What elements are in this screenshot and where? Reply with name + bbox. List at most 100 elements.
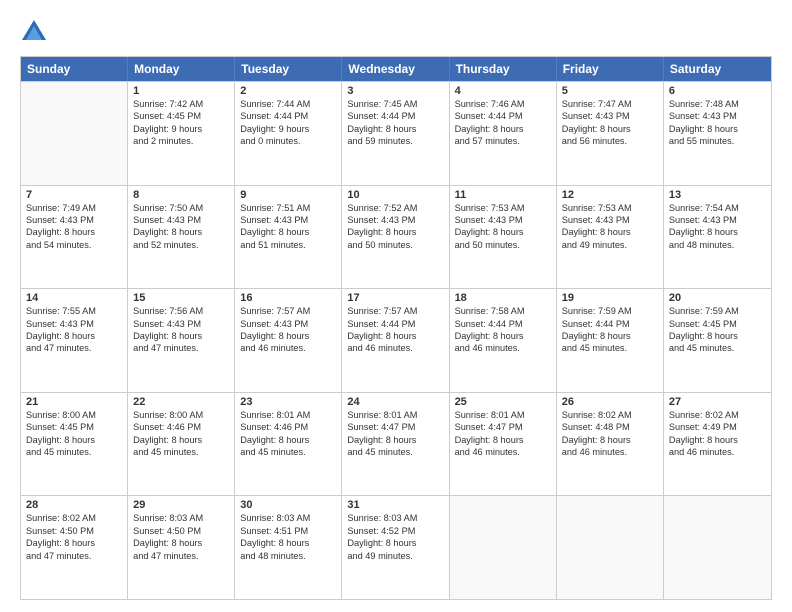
sunrise-text: Sunrise: 7:44 AM [240,98,336,110]
daylight-text2: and 47 minutes. [26,342,122,354]
calendar-cell: 18Sunrise: 7:58 AMSunset: 4:44 PMDayligh… [450,289,557,392]
calendar-cell: 11Sunrise: 7:53 AMSunset: 4:43 PMDayligh… [450,186,557,289]
calendar-cell: 23Sunrise: 8:01 AMSunset: 4:46 PMDayligh… [235,393,342,496]
calendar-cell: 2Sunrise: 7:44 AMSunset: 4:44 PMDaylight… [235,82,342,185]
sunset-text: Sunset: 4:44 PM [347,110,443,122]
day-number: 7 [26,189,122,201]
calendar-cell: 27Sunrise: 8:02 AMSunset: 4:49 PMDayligh… [664,393,771,496]
calendar-header-cell: Wednesday [342,57,449,81]
calendar-cell: 7Sunrise: 7:49 AMSunset: 4:43 PMDaylight… [21,186,128,289]
calendar-cell: 16Sunrise: 7:57 AMSunset: 4:43 PMDayligh… [235,289,342,392]
daylight-text: Daylight: 8 hours [26,330,122,342]
sunrise-text: Sunrise: 7:50 AM [133,202,229,214]
calendar-header-cell: Thursday [450,57,557,81]
calendar-cell: 17Sunrise: 7:57 AMSunset: 4:44 PMDayligh… [342,289,449,392]
header [20,18,772,46]
sunrise-text: Sunrise: 7:55 AM [26,305,122,317]
daylight-text: Daylight: 8 hours [347,123,443,135]
day-number: 2 [240,85,336,97]
calendar-week: 7Sunrise: 7:49 AMSunset: 4:43 PMDaylight… [21,185,771,289]
daylight-text: Daylight: 8 hours [669,330,766,342]
calendar-cell: 26Sunrise: 8:02 AMSunset: 4:48 PMDayligh… [557,393,664,496]
daylight-text2: and 48 minutes. [669,239,766,251]
daylight-text: Daylight: 8 hours [133,537,229,549]
daylight-text2: and 49 minutes. [562,239,658,251]
day-number: 13 [669,189,766,201]
sunset-text: Sunset: 4:43 PM [669,214,766,226]
calendar-week: 14Sunrise: 7:55 AMSunset: 4:43 PMDayligh… [21,288,771,392]
daylight-text2: and 46 minutes. [669,446,766,458]
page: SundayMondayTuesdayWednesdayThursdayFrid… [0,0,792,612]
sunset-text: Sunset: 4:50 PM [133,525,229,537]
calendar-cell: 20Sunrise: 7:59 AMSunset: 4:45 PMDayligh… [664,289,771,392]
daylight-text2: and 54 minutes. [26,239,122,251]
daylight-text2: and 46 minutes. [455,342,551,354]
day-number: 10 [347,189,443,201]
calendar-cell: 5Sunrise: 7:47 AMSunset: 4:43 PMDaylight… [557,82,664,185]
calendar-cell: 21Sunrise: 8:00 AMSunset: 4:45 PMDayligh… [21,393,128,496]
daylight-text: Daylight: 8 hours [562,434,658,446]
daylight-text2: and 56 minutes. [562,135,658,147]
logo-icon [20,18,48,46]
sunrise-text: Sunrise: 7:45 AM [347,98,443,110]
calendar-cell: 28Sunrise: 8:02 AMSunset: 4:50 PMDayligh… [21,496,128,599]
sunrise-text: Sunrise: 8:01 AM [240,409,336,421]
calendar-header-cell: Sunday [21,57,128,81]
calendar-header-cell: Monday [128,57,235,81]
daylight-text2: and 46 minutes. [455,446,551,458]
day-number: 24 [347,396,443,408]
sunset-text: Sunset: 4:43 PM [455,214,551,226]
sunrise-text: Sunrise: 8:01 AM [455,409,551,421]
sunrise-text: Sunrise: 7:47 AM [562,98,658,110]
sunrise-text: Sunrise: 8:01 AM [347,409,443,421]
sunset-text: Sunset: 4:46 PM [133,421,229,433]
daylight-text2: and 45 minutes. [562,342,658,354]
sunset-text: Sunset: 4:51 PM [240,525,336,537]
daylight-text2: and 0 minutes. [240,135,336,147]
sunrise-text: Sunrise: 7:57 AM [347,305,443,317]
daylight-text: Daylight: 8 hours [562,330,658,342]
sunrise-text: Sunrise: 7:57 AM [240,305,336,317]
sunset-text: Sunset: 4:47 PM [455,421,551,433]
sunrise-text: Sunrise: 7:42 AM [133,98,229,110]
sunset-text: Sunset: 4:43 PM [347,214,443,226]
sunrise-text: Sunrise: 7:59 AM [669,305,766,317]
sunset-text: Sunset: 4:44 PM [455,318,551,330]
daylight-text: Daylight: 9 hours [240,123,336,135]
day-number: 18 [455,292,551,304]
daylight-text: Daylight: 8 hours [240,537,336,549]
sunset-text: Sunset: 4:44 PM [240,110,336,122]
sunset-text: Sunset: 4:46 PM [240,421,336,433]
daylight-text: Daylight: 8 hours [347,226,443,238]
daylight-text: Daylight: 8 hours [26,537,122,549]
calendar-cell: 24Sunrise: 8:01 AMSunset: 4:47 PMDayligh… [342,393,449,496]
calendar-cell [557,496,664,599]
daylight-text2: and 55 minutes. [669,135,766,147]
sunrise-text: Sunrise: 7:56 AM [133,305,229,317]
daylight-text: Daylight: 8 hours [347,537,443,549]
sunset-text: Sunset: 4:52 PM [347,525,443,537]
sunset-text: Sunset: 4:45 PM [26,421,122,433]
sunset-text: Sunset: 4:43 PM [133,318,229,330]
daylight-text: Daylight: 8 hours [455,123,551,135]
daylight-text: Daylight: 8 hours [347,330,443,342]
daylight-text: Daylight: 8 hours [133,226,229,238]
daylight-text2: and 47 minutes. [133,342,229,354]
daylight-text2: and 45 minutes. [669,342,766,354]
sunset-text: Sunset: 4:45 PM [669,318,766,330]
sunrise-text: Sunrise: 7:52 AM [347,202,443,214]
sunset-text: Sunset: 4:44 PM [347,318,443,330]
calendar-week: 21Sunrise: 8:00 AMSunset: 4:45 PMDayligh… [21,392,771,496]
sunrise-text: Sunrise: 8:03 AM [240,512,336,524]
sunset-text: Sunset: 4:44 PM [455,110,551,122]
calendar-body: 1Sunrise: 7:42 AMSunset: 4:45 PMDaylight… [21,81,771,599]
calendar-cell: 10Sunrise: 7:52 AMSunset: 4:43 PMDayligh… [342,186,449,289]
daylight-text2: and 57 minutes. [455,135,551,147]
calendar-cell [21,82,128,185]
calendar-header-row: SundayMondayTuesdayWednesdayThursdayFrid… [21,57,771,81]
sunset-text: Sunset: 4:48 PM [562,421,658,433]
day-number: 19 [562,292,658,304]
daylight-text: Daylight: 8 hours [455,330,551,342]
day-number: 28 [26,499,122,511]
sunrise-text: Sunrise: 8:00 AM [133,409,229,421]
